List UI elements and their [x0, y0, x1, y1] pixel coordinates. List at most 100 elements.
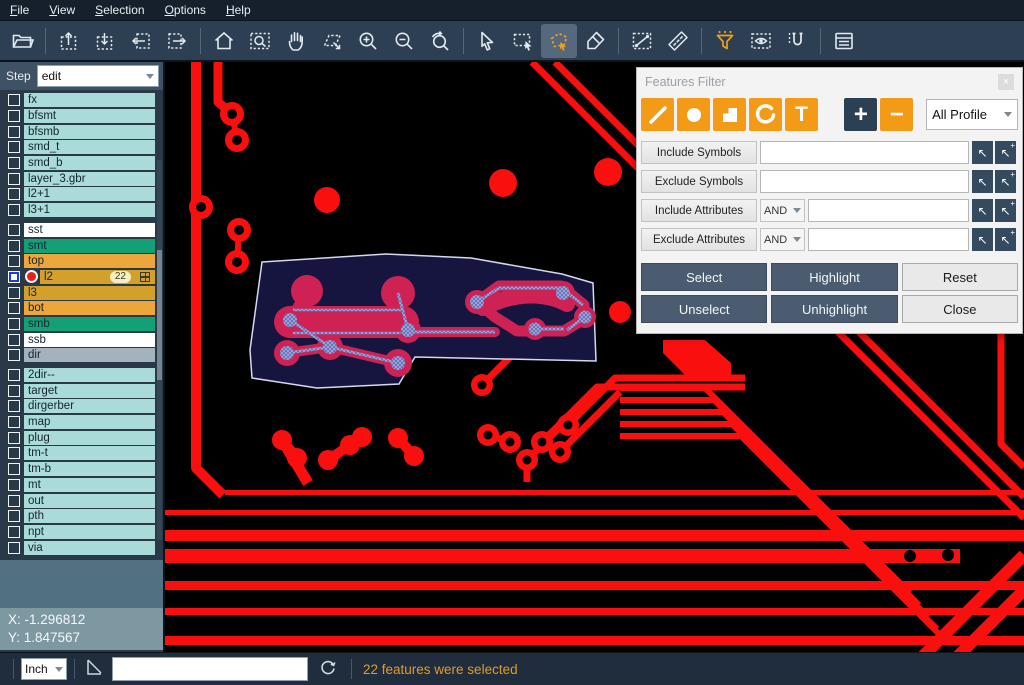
- layer-visibility-checkbox[interactable]: [8, 157, 20, 169]
- exclude-attributes-button[interactable]: Exclude Attributes: [641, 228, 757, 251]
- unit-select[interactable]: Inch: [21, 658, 67, 680]
- pick-add-symbol-button[interactable]: ↖+: [995, 141, 1016, 164]
- layer-row-bfsmt[interactable]: bfsmt: [3, 109, 155, 124]
- reset-button[interactable]: Reset: [902, 263, 1018, 291]
- layer-visibility-checkbox[interactable]: [8, 126, 20, 138]
- layer-name[interactable]: map: [24, 415, 155, 429]
- zoom-area-icon[interactable]: [242, 24, 278, 58]
- layer-visibility-checkbox[interactable]: [8, 385, 20, 397]
- layer-visibility-checkbox[interactable]: [8, 416, 20, 428]
- layer-row-l3+1[interactable]: l3+1: [3, 203, 155, 218]
- layer-row-out[interactable]: out: [3, 493, 155, 508]
- layer-name[interactable]: 2dir--: [24, 368, 155, 382]
- layer-name[interactable]: bfsmt: [24, 109, 155, 123]
- layer-row-smb[interactable]: smb: [3, 317, 155, 332]
- pick-add-attribute-button[interactable]: ↖+: [995, 228, 1016, 251]
- layer-row-via[interactable]: via: [3, 540, 155, 555]
- unhighlight-button[interactable]: Unhighlight: [771, 295, 897, 323]
- layer-name[interactable]: sst: [24, 223, 155, 237]
- layer-name[interactable]: bot: [24, 301, 155, 315]
- layer-row-l3[interactable]: l3: [3, 285, 155, 300]
- rectangle-select-icon[interactable]: [505, 24, 541, 58]
- export-up-icon[interactable]: [51, 24, 87, 58]
- layer-row-smd_b[interactable]: smd_b: [3, 156, 155, 171]
- layer-name[interactable]: l2+1: [24, 187, 155, 201]
- layer-visibility-checkbox[interactable]: [8, 255, 20, 267]
- layer-visibility-checkbox[interactable]: [8, 369, 20, 381]
- layer-row-bfsmb[interactable]: bfsmb: [3, 124, 155, 139]
- layer-name[interactable]: npt: [24, 525, 155, 539]
- refresh-icon[interactable]: [318, 657, 338, 682]
- close-icon[interactable]: ×: [998, 74, 1014, 90]
- layer-visibility-checkbox[interactable]: [8, 510, 20, 522]
- layer-row-layer_3.gbr[interactable]: layer_3.gbr: [3, 171, 155, 186]
- layer-visibility-checkbox[interactable]: [8, 271, 20, 283]
- layer-name[interactable]: l3+1: [24, 203, 155, 217]
- layer-name[interactable]: out: [24, 494, 155, 508]
- select-button[interactable]: Select: [641, 263, 767, 291]
- layer-name[interactable]: mt: [24, 478, 155, 492]
- highlight-button[interactable]: Highlight: [771, 263, 897, 291]
- layer-name[interactable]: l222: [40, 270, 155, 284]
- layer-visibility-checkbox[interactable]: [8, 240, 20, 252]
- unselect-button[interactable]: Unselect: [641, 295, 767, 323]
- zoom-previous-icon[interactable]: [422, 24, 458, 58]
- layer-visibility-checkbox[interactable]: [8, 224, 20, 236]
- menu-selection[interactable]: Selection: [85, 1, 154, 19]
- polygon-zoom-icon[interactable]: [314, 24, 350, 58]
- open-folder-icon[interactable]: [4, 24, 40, 58]
- measure-icon[interactable]: [624, 24, 660, 58]
- snap-magnet-icon[interactable]: [779, 24, 815, 58]
- close-button[interactable]: Close: [902, 295, 1018, 323]
- pick-attribute-button[interactable]: ↖: [972, 228, 993, 251]
- menu-options[interactable]: Options: [155, 1, 216, 19]
- scrollbar-thumb[interactable]: [157, 250, 162, 380]
- include-attributes-operator[interactable]: AND: [760, 199, 805, 222]
- pcb-canvas[interactable]: Features Filter ×: [165, 62, 1024, 652]
- layer-visibility-checkbox[interactable]: [8, 110, 20, 122]
- layer-name[interactable]: target: [24, 384, 155, 398]
- layer-visibility-checkbox[interactable]: [8, 302, 20, 314]
- layer-visibility-checkbox[interactable]: [8, 542, 20, 554]
- remove-filter-button[interactable]: −: [880, 98, 913, 131]
- layer-row-dirgerber[interactable]: dirgerber: [3, 399, 155, 414]
- import-down-icon[interactable]: [87, 24, 123, 58]
- layer-visibility-checkbox[interactable]: [8, 463, 20, 475]
- layer-row-l2[interactable]: l222: [3, 270, 155, 285]
- layer-visibility-checkbox[interactable]: [8, 432, 20, 444]
- command-input[interactable]: [112, 657, 308, 681]
- layer-visibility-checkbox[interactable]: [8, 400, 20, 412]
- line-tool-button[interactable]: [641, 98, 674, 131]
- layer-visibility-checkbox[interactable]: [8, 141, 20, 153]
- menu-view[interactable]: View: [39, 1, 85, 19]
- layer-name[interactable]: smd_t: [24, 140, 155, 154]
- layer-row-smd_t[interactable]: smd_t: [3, 140, 155, 155]
- view-options-icon[interactable]: [743, 24, 779, 58]
- layer-name[interactable]: bfsmb: [24, 125, 155, 139]
- layer-row-top[interactable]: top: [3, 254, 155, 269]
- layer-row-npt[interactable]: npt: [3, 525, 155, 540]
- layer-row-tm-b[interactable]: tm-b: [3, 462, 155, 477]
- polygon-select-icon[interactable]: [541, 24, 577, 58]
- exclude-attributes-operator[interactable]: AND: [760, 228, 805, 251]
- layer-row-bot[interactable]: bot: [3, 301, 155, 316]
- layer-row-smt[interactable]: smt: [3, 238, 155, 253]
- text-tool-button[interactable]: T: [785, 98, 818, 131]
- layer-name[interactable]: fx: [24, 93, 155, 107]
- layer-visibility-checkbox[interactable]: [8, 204, 20, 216]
- include-attributes-button[interactable]: Include Attributes: [641, 199, 757, 222]
- step-select[interactable]: edit: [37, 65, 159, 87]
- layer-visibility-checkbox[interactable]: [8, 173, 20, 185]
- arc-tool-button[interactable]: [749, 98, 782, 131]
- include-attributes-input[interactable]: [808, 199, 969, 222]
- layer-row-ssb[interactable]: ssb: [3, 332, 155, 347]
- profile-select[interactable]: All Profile: [926, 99, 1018, 130]
- include-symbols-button[interactable]: Include Symbols: [641, 141, 757, 164]
- layer-name[interactable]: smt: [24, 239, 155, 253]
- layer-visibility-checkbox[interactable]: [8, 94, 20, 106]
- add-filter-button[interactable]: +: [844, 98, 877, 131]
- pick-symbol-button[interactable]: ↖: [972, 170, 993, 193]
- zoom-out-icon[interactable]: [386, 24, 422, 58]
- layer-name[interactable]: smb: [24, 317, 155, 331]
- pad-tool-button[interactable]: [677, 98, 710, 131]
